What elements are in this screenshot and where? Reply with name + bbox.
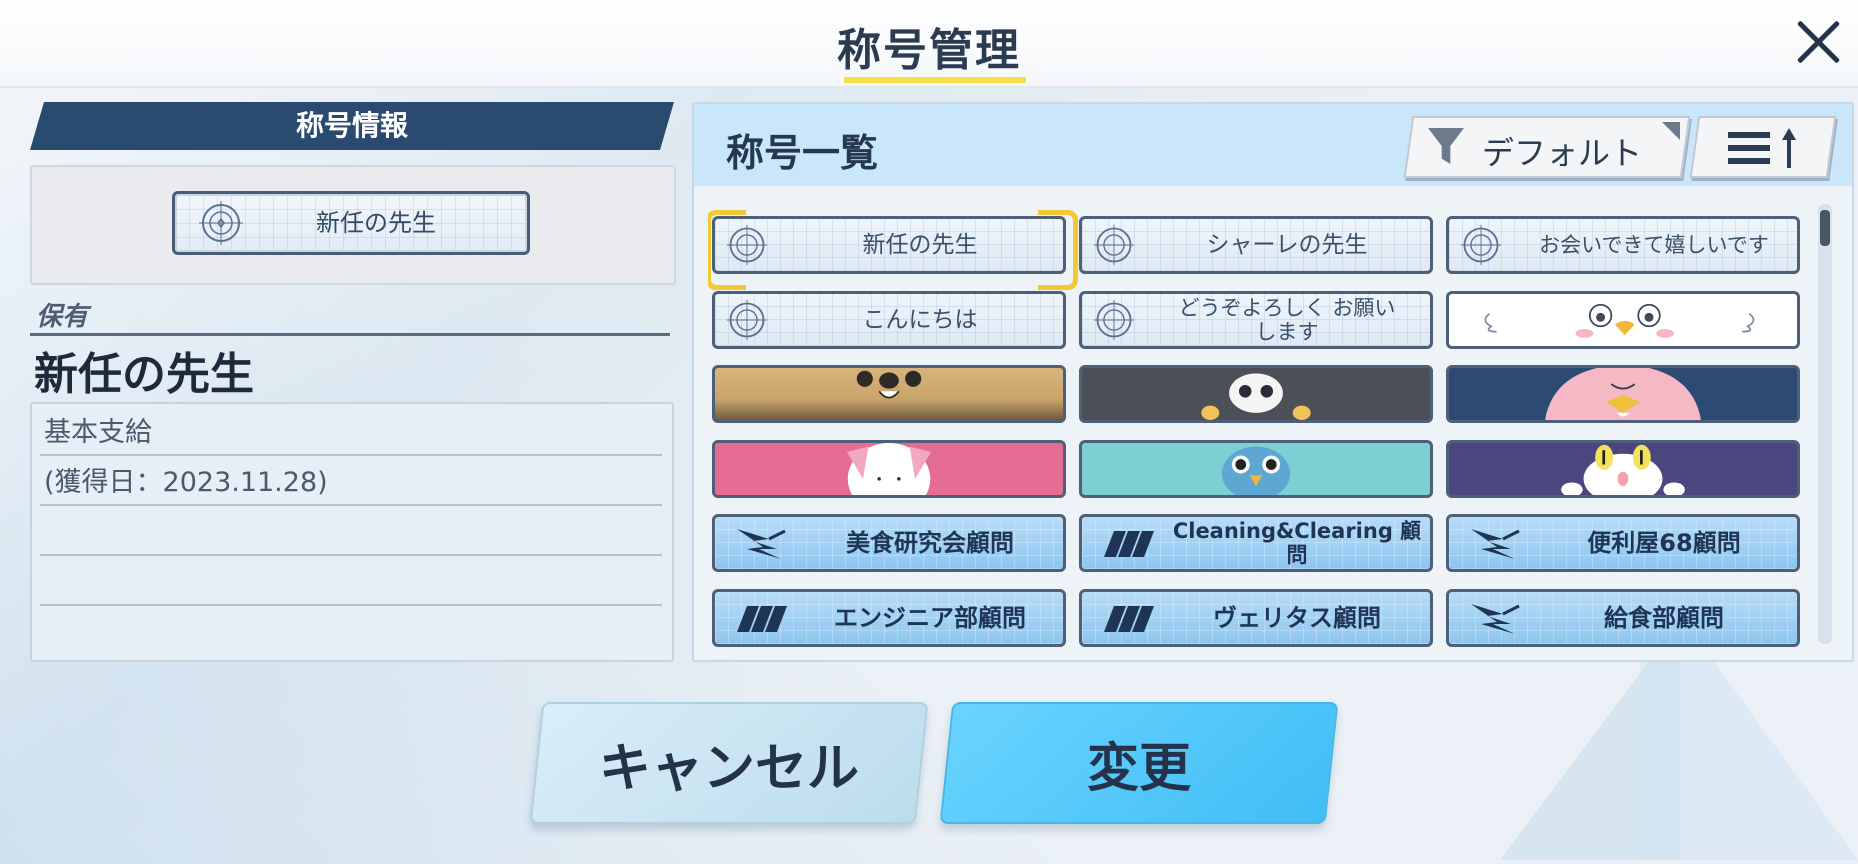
title-list-panel: 称号一覧 デフォルト 新任の先生 シャーレの先生 お会いできて嬉しいです こんに… (692, 102, 1854, 662)
title-tile[interactable]: お会いできて嬉しいです (1446, 216, 1800, 274)
current-title-box: 新任の先生 (30, 165, 676, 285)
bird-face-icon[interactable] (1446, 291, 1800, 349)
close-icon[interactable] (1792, 16, 1844, 68)
corner-marker-icon (1662, 122, 1680, 140)
title-tile[interactable]: エンジニア部顧問 (712, 589, 1066, 647)
title-tile-label: ヴェリタス顧問 (1213, 604, 1381, 632)
cancel-button[interactable]: キャンセル (529, 702, 929, 824)
title-tile-label: 新任の先生 (862, 232, 978, 258)
title-info-header: 称号情報 (30, 102, 674, 150)
sort-label: デフォルト (1482, 134, 1643, 172)
crosshair-icon (1093, 224, 1135, 266)
scrollbar[interactable] (1818, 204, 1832, 644)
wing-logo-icon (737, 529, 786, 559)
owned-title-name: 新任の先生 (34, 349, 254, 400)
wing-logo-icon (1471, 604, 1520, 634)
title-tile-label: 便利屋68顧問 (1587, 529, 1741, 557)
crosshair-icon (1093, 299, 1135, 341)
title-tile[interactable]: シャーレの先生 (1079, 216, 1433, 274)
title-grid: 新任の先生 シャーレの先生 お会いできて嬉しいです こんにちは どうぞよろしく … (708, 202, 1820, 648)
dog-face-icon[interactable] (712, 365, 1066, 423)
wing-logo-icon (1471, 529, 1520, 559)
title-tile[interactable]: ヴェリタス顧問 (1079, 589, 1433, 647)
ruled-line (40, 604, 662, 606)
title-tile-label: Cleaning&Clearing 顧問 (1172, 519, 1422, 567)
owl-icon (1221, 446, 1291, 495)
crosshair-icon (197, 199, 245, 247)
change-button-label: 変更 (1086, 738, 1191, 799)
cat-face-icon (1561, 444, 1685, 495)
title-tile-label: 給食部顧問 (1604, 604, 1724, 632)
title-tile[interactable]: 新任の先生 (712, 216, 1066, 274)
rabbit-icon[interactable] (712, 440, 1066, 498)
title-tile[interactable]: 給食部顧問 (1446, 589, 1800, 647)
sort-filter-button[interactable]: デフォルト (1403, 116, 1691, 178)
ruled-line (40, 454, 662, 456)
title-tile-label: 美食研究会顧問 (846, 529, 1014, 557)
crosshair-icon (1460, 224, 1502, 266)
ruled-line (40, 554, 662, 556)
sort-order-button[interactable] (1689, 116, 1837, 178)
title-description-box: 基本支給 (獲得日：2023.11.28) (30, 402, 674, 662)
title-tile-label: どうぞよろしく お願いします (1178, 296, 1396, 344)
title-tile[interactable]: Cleaning&Clearing 顧問 (1079, 514, 1433, 572)
millennium-logo-icon (737, 606, 787, 632)
ruled-line (40, 504, 662, 506)
title-tile[interactable]: 美食研究会顧問 (712, 514, 1066, 572)
cat-face-icon[interactable] (1446, 440, 1800, 498)
penguin-icon[interactable] (1446, 365, 1800, 423)
title-list-heading: 称号一覧 (726, 131, 879, 175)
change-button[interactable]: 変更 (939, 702, 1339, 824)
arrow-up-icon (1782, 128, 1796, 168)
title-underline (844, 77, 1026, 83)
current-title-label: 新任の先生 (316, 209, 436, 237)
description-line: (獲得日：2023.11.28) (44, 467, 328, 498)
title-tile[interactable]: 便利屋68顧問 (1446, 514, 1800, 572)
scrollbar-thumb[interactable] (1820, 210, 1830, 246)
list-icon (1728, 132, 1770, 164)
title-list-header: 称号一覧 デフォルト (694, 104, 1852, 186)
title-tile-label: エンジニア部顧問 (834, 604, 1026, 632)
cancel-button-label: キャンセル (598, 738, 859, 799)
bird-face-icon (1484, 303, 1755, 338)
penguin-icon (1545, 368, 1701, 420)
dog-face-icon (856, 370, 922, 399)
title-tile[interactable]: こんにちは (712, 291, 1066, 349)
millennium-logo-icon (1104, 531, 1154, 557)
millennium-logo-icon (1104, 606, 1154, 632)
title-tile-label: シャーレの先生 (1206, 232, 1368, 258)
rabbit-icon (846, 443, 932, 495)
crosshair-icon (726, 299, 768, 341)
title-tile[interactable]: どうぞよろしく お願いします (1079, 291, 1433, 349)
top-bar: 称号管理 (0, 0, 1858, 88)
divider (30, 333, 670, 336)
title-tile-label: こんにちは (862, 307, 978, 333)
skull-icon[interactable] (1079, 365, 1433, 423)
page-title: 称号管理 (837, 25, 1021, 76)
owl-icon[interactable] (1079, 440, 1433, 498)
description-line: 基本支給 (44, 417, 152, 448)
crosshair-icon (726, 224, 768, 266)
filter-icon (1428, 128, 1464, 164)
current-title-plate: 新任の先生 (172, 191, 530, 255)
title-tile-label: お会いできて嬉しいです (1539, 233, 1769, 257)
skull-icon (1201, 373, 1311, 420)
owned-label: 保有 (36, 302, 89, 332)
